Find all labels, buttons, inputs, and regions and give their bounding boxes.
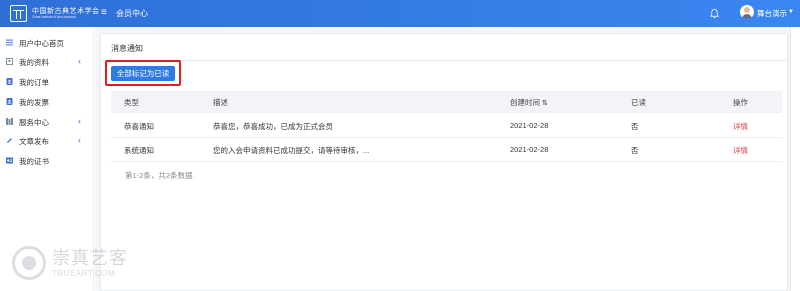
table-cell-type: 恭喜通知 — [124, 122, 154, 131]
table-cell-read: 否 — [631, 146, 639, 155]
menu-toggle-icon[interactable]: ≡ — [101, 7, 107, 19]
column-header-description[interactable]: 描述 — [213, 97, 228, 108]
chevron-down-icon[interactable]: ▼ — [788, 9, 794, 15]
sidebar-item-invoices[interactable]: 我的发票 — [0, 93, 94, 111]
site-logo[interactable]: 中国新古典艺术学会 China Institute of Neo-classic… — [10, 4, 100, 23]
table-cell-description: 您的入会申请资料已成功提交，请等待审核，... — [213, 146, 370, 155]
certificate-icon — [6, 157, 13, 164]
detail-link[interactable]: 详情 — [733, 145, 748, 156]
sidebar-item-label: 我的订单 — [19, 78, 49, 87]
sidebar-item-certificates[interactable]: 我的证书 — [0, 152, 94, 170]
sidebar-item-orders[interactable]: 我的订单 — [0, 73, 94, 91]
notification-panel — [100, 33, 788, 291]
row-divider — [111, 137, 782, 138]
sidebar-item-label: 用户中心首页 — [19, 39, 64, 48]
order-icon — [6, 78, 13, 85]
sidebar-item-label: 我的发票 — [19, 98, 49, 107]
divider — [100, 60, 788, 61]
pagination-summary: 第1-2条，共2条数据. — [125, 171, 195, 180]
detail-link[interactable]: 详情 — [733, 121, 748, 132]
list-icon — [6, 39, 13, 46]
page-title: 会员中心 — [116, 9, 148, 18]
scrollbar[interactable] — [790, 27, 800, 291]
table-cell-description: 恭喜您，恭喜成功，已成为正式会员 — [213, 122, 333, 131]
row-divider — [111, 161, 782, 162]
top-bar: 中国新古典艺术学会 China Institute of Neo-classic… — [0, 0, 800, 27]
watermark-text: 崇真艺客 — [52, 247, 128, 269]
sidebar-item-label: 文章发布 — [19, 137, 49, 146]
pen-icon — [7, 138, 12, 143]
table-cell-time: 2021-02-28 — [510, 121, 549, 130]
logo-subtitle: China Institute of Neo-classical — [32, 14, 76, 19]
logo-text: 中国新古典艺术学会 — [32, 6, 100, 15]
logo-mark-icon — [10, 5, 27, 22]
column-header-created[interactable]: 创建时间 ⇅ — [510, 97, 548, 108]
watermark-logo-icon — [12, 246, 46, 280]
sidebar-item-profile[interactable]: 我的资料 ‹ — [0, 53, 94, 71]
column-header-created-label: 创建时间 — [510, 98, 540, 107]
chevron-left-icon[interactable]: ‹ — [78, 116, 81, 126]
column-header-type[interactable]: 类型 — [124, 97, 139, 108]
sidebar-item-label: 我的证书 — [19, 157, 49, 166]
table-header — [111, 91, 782, 112]
column-header-actions: 操作 — [733, 98, 748, 107]
service-icon — [6, 118, 13, 125]
column-header-read[interactable]: 已读 — [631, 97, 646, 108]
table-cell-type: 系统通知 — [124, 146, 154, 155]
sidebar-item-label: 我的资料 — [19, 58, 49, 67]
username[interactable]: 舞台演示 — [757, 8, 787, 19]
mark-all-read-button[interactable]: 全部标记为已读 — [111, 66, 175, 81]
avatar[interactable] — [740, 5, 754, 19]
sidebar-item-articles[interactable]: 文章发布 ‹ — [0, 132, 94, 150]
invoice-icon — [6, 98, 13, 105]
profile-icon — [6, 58, 13, 65]
bell-icon[interactable] — [709, 8, 720, 19]
panel-title: 消息通知 — [111, 44, 143, 53]
watermark: 崇真艺客 TRUEART.COM — [12, 246, 128, 280]
chevron-left-icon[interactable]: ‹ — [78, 135, 81, 145]
sort-icon[interactable]: ⇅ — [542, 100, 548, 107]
row-divider — [111, 112, 782, 113]
table-cell-read: 否 — [631, 122, 639, 131]
table-cell-time: 2021-02-28 — [510, 145, 549, 154]
sidebar-item-service[interactable]: 服务中心 ‹ — [0, 113, 94, 131]
sidebar-item-label: 服务中心 — [19, 118, 49, 127]
watermark-subtext: TRUEART.COM — [52, 268, 116, 278]
chevron-left-icon[interactable]: ‹ — [78, 56, 81, 66]
sidebar-item-home[interactable]: 用户中心首页 — [0, 34, 94, 52]
